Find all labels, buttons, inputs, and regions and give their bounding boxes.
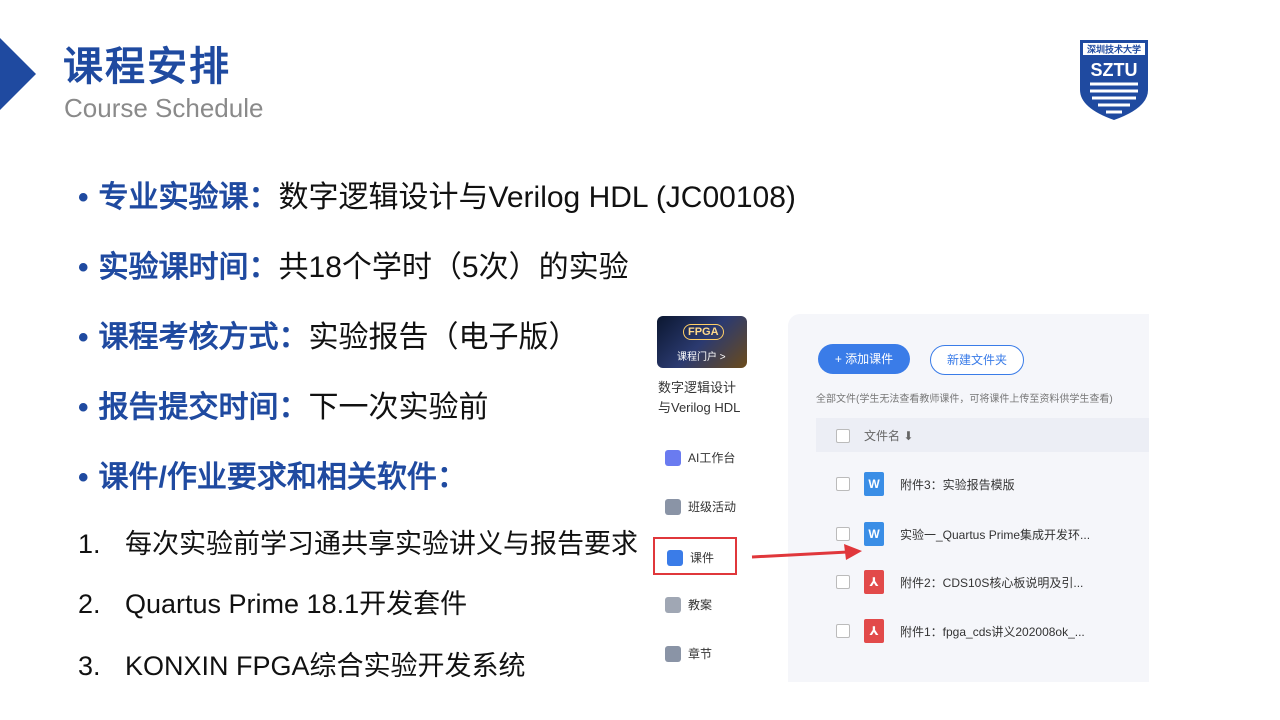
course-thumbnail[interactable]: FPGA 课程门户 > <box>657 316 747 368</box>
course-portal-link[interactable]: 课程门户 > <box>677 348 726 363</box>
add-courseware-button[interactable]: + 添加课件 <box>818 344 910 374</box>
pointer-arrow <box>751 544 862 560</box>
sidebar-item-class-activity[interactable]: 班级活动 <box>650 486 762 528</box>
word-file-icon: W <box>864 522 884 546</box>
pdf-file-icon: ⅄ <box>864 570 884 594</box>
file-name[interactable]: 附件2：CDS10S核心板说明及引... <box>900 574 1083 591</box>
file-table-header: 文件名 ⬇ <box>816 418 1149 452</box>
bullet-item: • 报告提交时间：下一次实验前 <box>78 391 489 424</box>
filename-column-header[interactable]: 文件名 ⬇ <box>864 427 913 444</box>
bullet-item: • 专业实验课：数字逻辑设计与Verilog HDL (JC00108) <box>78 181 796 214</box>
file-name[interactable]: 实验一_Quartus Prime集成开发环... <box>900 526 1090 543</box>
logo-top-text: 深圳技术大学 <box>1087 44 1141 56</box>
chapter-icon <box>665 646 681 662</box>
fpga-badge: FPGA <box>683 324 724 340</box>
select-all-checkbox[interactable] <box>836 429 850 443</box>
file-row[interactable]: ⅄ 附件1：fpga_cds讲义202008ok_... <box>816 611 1149 651</box>
file-checkbox[interactable] <box>836 624 850 638</box>
course-name: 数字逻辑设计 与Verilog HDL <box>658 380 741 415</box>
pdf-file-icon: ⅄ <box>864 619 884 643</box>
class-activity-icon <box>665 499 681 515</box>
logo-letters: SZTU <box>1091 60 1138 80</box>
file-name[interactable]: 附件3：实验报告模版 <box>900 476 1015 493</box>
lms-screenshot: FPGA 课程门户 > 数字逻辑设计 与Verilog HDL AI工作台 班级… <box>650 302 1149 682</box>
file-row[interactable]: ⅄ 附件2：CDS10S核心板说明及引... <box>816 562 1149 602</box>
sidebar-item-courseware[interactable]: 课件 <box>653 537 737 575</box>
page-subtitle: Course Schedule <box>64 93 264 123</box>
sidebar-item-lesson-plan[interactable]: 教案 <box>650 584 762 626</box>
new-folder-button[interactable]: 新建文件夹 <box>930 345 1024 375</box>
lesson-plan-icon <box>665 597 681 613</box>
bullet-item: • 课件/作业要求和相关软件： <box>78 461 467 494</box>
course-sidebar: FPGA 课程门户 > 数字逻辑设计 与Verilog HDL AI工作台 班级… <box>650 302 762 682</box>
courseware-icon <box>667 550 683 566</box>
word-file-icon: W <box>864 472 884 496</box>
numbered-item: 3. KONXIN FPGA综合实验开发系统 <box>78 651 526 681</box>
file-checkbox[interactable] <box>836 477 850 491</box>
sidebar-item-chapter[interactable]: 章节 <box>650 633 762 675</box>
file-name[interactable]: 附件1：fpga_cds讲义202008ok_... <box>900 623 1085 640</box>
file-checkbox[interactable] <box>836 575 850 589</box>
numbered-item: 1. 每次实验前学习通共享实验讲义与报告要求 <box>78 529 638 559</box>
bullet-item: • 课程考核方式：实验报告（电子版） <box>78 321 579 354</box>
university-logo: 深圳技术大学 SZTU <box>1080 40 1148 120</box>
file-row[interactable]: W 附件3：实验报告模版 <box>816 464 1149 504</box>
bullet-item: • 实验课时间：共18个学时（5次）的实验 <box>78 251 629 284</box>
numbered-item: 2. Quartus Prime 18.1开发套件 <box>78 589 468 619</box>
files-note: 全部文件(学生无法查看教师课件，可将课件上传至资料供学生查看) <box>816 394 1113 405</box>
ai-workbench-icon <box>665 450 681 466</box>
page-title: 课程安排 <box>63 45 231 89</box>
file-checkbox[interactable] <box>836 527 850 541</box>
title-accent-triangle <box>0 38 36 110</box>
sidebar-item-ai-workbench[interactable]: AI工作台 <box>650 437 762 479</box>
courseware-main: + 添加课件 新建文件夹 全部文件(学生无法查看教师课件，可将课件上传至资料供学… <box>788 314 1149 682</box>
